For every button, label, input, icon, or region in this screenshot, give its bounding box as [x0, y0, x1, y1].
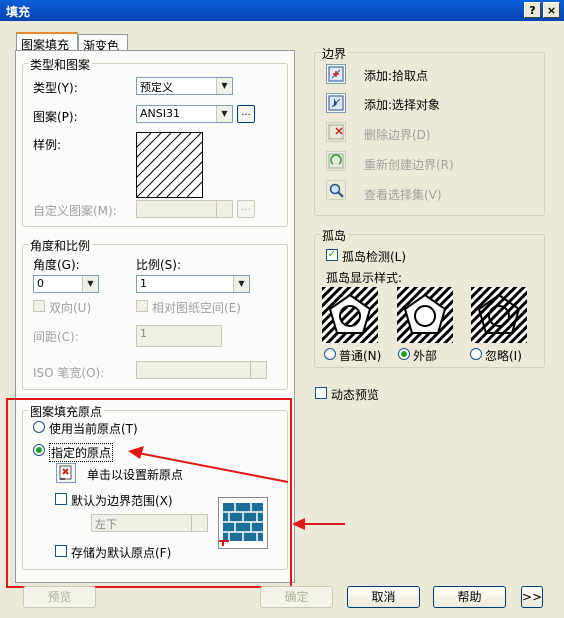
- more-options-button[interactable]: >>: [521, 586, 543, 608]
- island-normal-icon: [322, 287, 378, 343]
- recreate-boundary-button[interactable]: [326, 151, 346, 171]
- boundary-title: 边界: [320, 45, 349, 62]
- island-normal-label: 普通(N): [339, 349, 382, 363]
- island-normal-preview[interactable]: [322, 287, 378, 343]
- view-selection-icon: [329, 183, 344, 198]
- pick-point-label: 添加:拾取点: [364, 69, 429, 83]
- view-selection-label: 查看选择集(V): [364, 188, 442, 202]
- select-objects-icon: [328, 95, 344, 111]
- island-ignore-radio[interactable]: [470, 348, 482, 360]
- help-button[interactable]: 帮助: [433, 586, 506, 608]
- select-objects-label: 添加:选择对象: [364, 98, 441, 112]
- remove-boundary-button[interactable]: [326, 122, 346, 142]
- view-selection-button[interactable]: [326, 180, 346, 200]
- dynamic-preview-checkbox[interactable]: [315, 387, 327, 399]
- island-outer-radio[interactable]: [398, 348, 410, 360]
- island-ignore-preview[interactable]: [471, 287, 527, 343]
- pick-point-button[interactable]: [326, 64, 346, 84]
- dynamic-preview-label: 动态预览: [331, 388, 380, 402]
- recreate-boundary-label: 重新创建边界(R): [364, 158, 454, 172]
- island-ignore-label: 忽略(I): [485, 349, 522, 363]
- islands-title: 孤岛: [320, 227, 349, 244]
- island-style-label: 孤岛显示样式:: [326, 271, 403, 285]
- cancel-button[interactable]: 取消: [347, 586, 420, 608]
- pick-point-icon: [328, 66, 344, 82]
- select-objects-button[interactable]: [326, 93, 346, 113]
- island-ignore-icon: [471, 287, 527, 343]
- island-normal-radio[interactable]: [324, 348, 336, 360]
- remove-boundary-label: 删除边界(D): [364, 128, 431, 142]
- island-detect-checkbox[interactable]: ✓: [326, 249, 338, 261]
- preview-button[interactable]: 预览: [23, 586, 96, 608]
- remove-boundary-icon: [328, 124, 344, 140]
- ok-button[interactable]: 确定: [260, 586, 333, 608]
- island-detect-label: 孤岛检测(L): [342, 250, 407, 264]
- hatch-dialog: 填充 ? × 图案填充 渐变色 类型和图案 类型(Y): 预定义 ▼ 图案(P):…: [0, 0, 564, 618]
- recreate-boundary-icon: [328, 153, 344, 169]
- island-outer-icon: [397, 287, 453, 343]
- island-outer-label: 外部: [413, 349, 438, 363]
- island-outer-preview[interactable]: [397, 287, 453, 343]
